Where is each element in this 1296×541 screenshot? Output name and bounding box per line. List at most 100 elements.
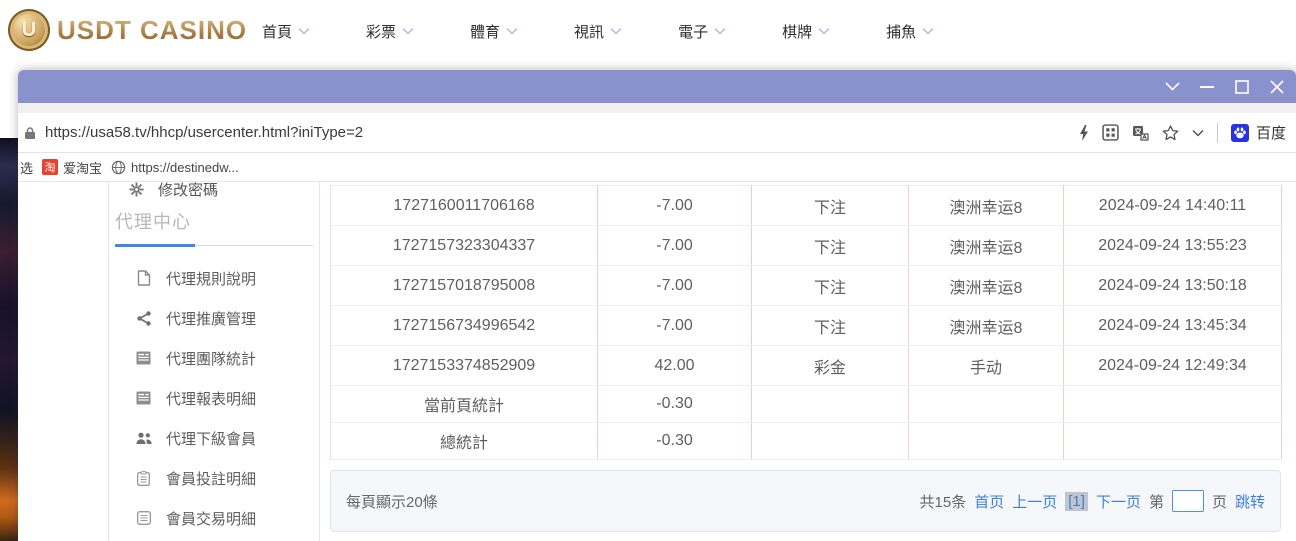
first-page-link[interactable]: 首页 bbox=[974, 491, 1004, 512]
sidebar-menu: 代理規則說明 代理推廣管理 代理團隊統計 bbox=[109, 258, 319, 538]
sidebar-item-agent-rules[interactable]: 代理規則說明 bbox=[109, 258, 319, 298]
cell-type: 彩金 bbox=[752, 346, 909, 386]
sidebar-item-label: 會員交易明細 bbox=[166, 508, 256, 529]
nav-item-label: 首頁 bbox=[262, 21, 292, 42]
report-icon bbox=[135, 351, 152, 365]
sidebar-item-change-password[interactable]: 修改密碼 bbox=[129, 182, 218, 200]
translate-icon[interactable] bbox=[1132, 125, 1149, 141]
nav-item-sports[interactable]: 體育 bbox=[470, 21, 518, 42]
sidebar-item-label: 修改密碼 bbox=[158, 182, 218, 200]
cell-order-id: 1727157323304337 bbox=[331, 226, 598, 266]
page-jump-input[interactable] bbox=[1172, 490, 1204, 512]
table-row: 1727157018795008 -7.00 下注 澳洲幸运8 2024-09-… bbox=[331, 266, 1282, 306]
window-menu-chevron-icon[interactable] bbox=[1163, 78, 1181, 96]
casino-logo[interactable]: U USDT CASINO bbox=[8, 9, 247, 51]
cell-type: 下注 bbox=[752, 226, 909, 266]
cell-amount: -7.00 bbox=[598, 266, 752, 306]
cell-time: 2024-09-24 13:45:34 bbox=[1064, 306, 1282, 346]
sidebar-item-member-bet-detail[interactable]: 會員投註明細 bbox=[109, 458, 319, 498]
cell-amount: -0.30 bbox=[598, 386, 752, 423]
sidebar-item-agent-promotion[interactable]: 代理推廣管理 bbox=[109, 298, 319, 338]
nav-item-lottery[interactable]: 彩票 bbox=[366, 21, 414, 42]
baidu-search-button[interactable]: 百度 bbox=[1231, 122, 1286, 143]
bookmark-taobao[interactable]: 淘 爱淘宝 bbox=[42, 158, 102, 177]
nav-item-fishing[interactable]: 捕魚 bbox=[886, 21, 934, 42]
table-row: 1727156734996542 -7.00 下注 澳洲幸运8 2024-09-… bbox=[331, 306, 1282, 346]
clipboard-icon bbox=[135, 471, 152, 486]
cell-game bbox=[909, 423, 1064, 460]
chevron-down-icon bbox=[402, 27, 414, 35]
cell-order-id: 1727157018795008 bbox=[331, 266, 598, 306]
casino-logo-text: USDT CASINO bbox=[57, 15, 247, 46]
table-row: 1727153374852909 42.00 彩金 手动 2024-09-24 … bbox=[331, 346, 1282, 386]
cell-game: 澳洲幸运8 bbox=[909, 266, 1064, 306]
nav-item-slots[interactable]: 電子 bbox=[678, 21, 726, 42]
next-page-link[interactable]: 下一页 bbox=[1096, 491, 1141, 512]
current-page-indicator: [1] bbox=[1065, 492, 1088, 511]
cell-amount: 42.00 bbox=[598, 346, 752, 386]
cell-time: 2024-09-24 12:49:34 bbox=[1064, 346, 1282, 386]
cell-type: 下注 bbox=[752, 186, 909, 226]
window-minimize-button[interactable] bbox=[1198, 78, 1216, 96]
pagination-controls: 共15条 首页 上一页 [1] 下一页 第 页 跳转 bbox=[920, 490, 1265, 512]
url-text[interactable]: https://usa58.tv/hhcp/usercenter.html?in… bbox=[45, 124, 363, 141]
jump-suffix-label: 页 bbox=[1212, 491, 1227, 512]
casino-top-nav: U USDT CASINO 首頁 彩票 體育 視訊 電子 bbox=[0, 0, 1296, 70]
toolbar-divider bbox=[1217, 123, 1218, 143]
list-icon bbox=[135, 511, 152, 525]
address-bar[interactable]: https://usa58.tv/hhcp/usercenter.html?in… bbox=[18, 113, 1296, 153]
sidebar-item-agent-downline-members[interactable]: 代理下級會員 bbox=[109, 418, 319, 458]
cell-type: 下注 bbox=[752, 266, 909, 306]
cell-amount: -7.00 bbox=[598, 306, 752, 346]
sidebar-section-title: 代理中心 bbox=[115, 208, 191, 234]
cell-game: 手动 bbox=[909, 346, 1064, 386]
chevron-down-icon bbox=[506, 27, 518, 35]
jump-button[interactable]: 跳转 bbox=[1235, 491, 1265, 512]
apps-grid-icon[interactable] bbox=[1102, 124, 1119, 141]
cell-game: 澳洲幸运8 bbox=[909, 306, 1064, 346]
bookmark-link[interactable]: https://destinedw... bbox=[111, 160, 239, 175]
sidebar-item-agent-report-detail[interactable]: 代理報表明細 bbox=[109, 378, 319, 418]
nav-item-label: 棋牌 bbox=[782, 21, 812, 42]
bookmarks-bar: 选 淘 爱淘宝 https://destinedw... bbox=[18, 153, 1296, 182]
cell-order-id: 1727160011706168 bbox=[331, 186, 598, 226]
main-panel: 1727160011706168 -7.00 下注 澳洲幸运8 2024-09-… bbox=[330, 182, 1281, 541]
gear-icon bbox=[129, 182, 144, 197]
document-icon bbox=[135, 270, 152, 286]
window-titlebar[interactable] bbox=[18, 70, 1296, 103]
lightning-icon[interactable] bbox=[1079, 125, 1089, 141]
background-image-strip bbox=[0, 138, 18, 541]
nav-item-label: 捕魚 bbox=[886, 21, 916, 42]
nav-item-home[interactable]: 首頁 bbox=[262, 21, 310, 42]
window-toolstrip bbox=[18, 103, 1296, 113]
cell-amount: -7.00 bbox=[598, 186, 752, 226]
cell-time: 2024-09-24 13:50:18 bbox=[1064, 266, 1282, 306]
nav-item-cards[interactable]: 棋牌 bbox=[782, 21, 830, 42]
sidebar-item-agent-team-stats[interactable]: 代理團隊統計 bbox=[109, 338, 319, 378]
bookmark-item-partial[interactable]: 选 bbox=[20, 158, 33, 177]
address-bar-actions: 百度 bbox=[1079, 122, 1286, 143]
nav-item-label: 視訊 bbox=[574, 21, 604, 42]
cell-time: 2024-09-24 13:55:23 bbox=[1064, 226, 1282, 266]
toolbar-chevron-down-icon[interactable] bbox=[1192, 129, 1204, 137]
sidebar-item-member-transaction-detail[interactable]: 會員交易明細 bbox=[109, 498, 319, 538]
baidu-label: 百度 bbox=[1256, 122, 1286, 143]
cell-type: 下注 bbox=[752, 306, 909, 346]
jump-prefix-label: 第 bbox=[1149, 491, 1164, 512]
nav-item-video[interactable]: 視訊 bbox=[574, 21, 622, 42]
cell-game bbox=[909, 386, 1064, 423]
total-count-label: 共15条 bbox=[920, 491, 967, 512]
page-size-label: 每頁顯示20條 bbox=[346, 491, 438, 512]
casino-logo-letter: U bbox=[8, 9, 50, 51]
lock-icon[interactable] bbox=[24, 126, 36, 140]
browser-window: https://usa58.tv/hhcp/usercenter.html?in… bbox=[18, 70, 1296, 541]
window-close-button[interactable] bbox=[1268, 78, 1286, 96]
cell-type bbox=[752, 423, 909, 460]
prev-page-link[interactable]: 上一页 bbox=[1012, 491, 1057, 512]
cell-type bbox=[752, 386, 909, 423]
table-row-grand-total: 總統計 -0.30 bbox=[331, 423, 1282, 460]
cell-order-id: 1727153374852909 bbox=[331, 346, 598, 386]
window-maximize-button[interactable] bbox=[1233, 78, 1251, 96]
nav-item-label: 彩票 bbox=[366, 21, 396, 42]
bookmark-star-icon[interactable] bbox=[1162, 125, 1179, 141]
